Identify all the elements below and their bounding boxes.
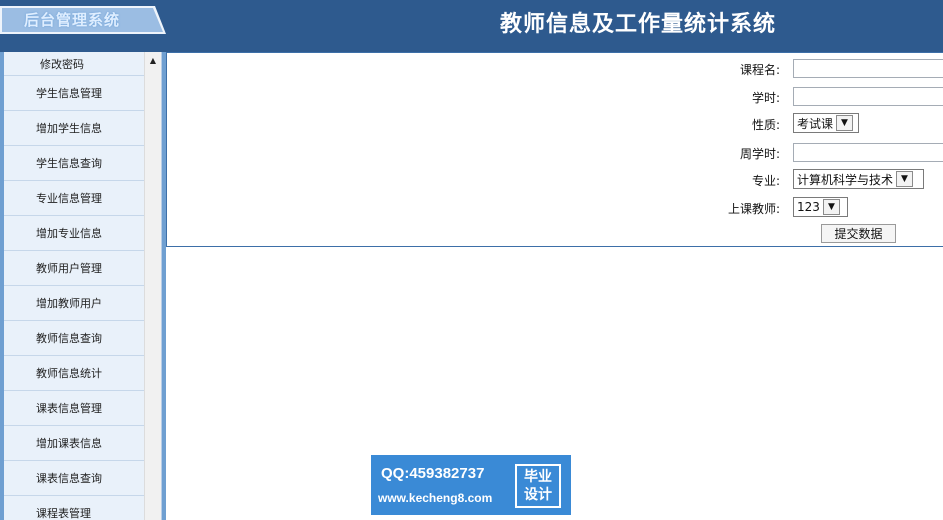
sidebar-item-schedule-query[interactable]: 课表信息查询: [4, 461, 144, 496]
sidebar-menu: 修改密码 学生信息管理 增加学生信息 学生信息查询 专业信息管理 增加专业信息 …: [4, 52, 144, 520]
submit-button[interactable]: 提交数据: [821, 224, 896, 243]
sidebar-item-label: 增加教师用户: [36, 297, 102, 310]
form-row-teacher: 上课教师: 123 ▼: [167, 197, 943, 219]
chevron-down-icon[interactable]: ▼: [836, 115, 854, 131]
sidebar-item-student-query[interactable]: 学生信息查询: [4, 146, 144, 181]
sidebar-item-label: 学生信息管理: [36, 87, 102, 100]
sidebar-item-student-add[interactable]: 增加学生信息: [4, 111, 144, 146]
nature-select[interactable]: 考试课 ▼: [793, 113, 859, 133]
sidebar-item-teacher-user-add[interactable]: 增加教师用户: [4, 286, 144, 321]
teacher-select-value: 123: [797, 200, 820, 214]
teacher-label: 上课教师:: [727, 202, 780, 216]
form-row-hours: 学时:: [167, 86, 943, 108]
sidebar-item-label: 增加课表信息: [36, 437, 102, 450]
sidebar-item-teacher-query[interactable]: 教师信息查询: [4, 321, 144, 356]
teacher-select[interactable]: 123 ▼: [793, 197, 848, 217]
sidebar-item-label: 增加学生信息: [36, 122, 102, 135]
sidebar-scrollbar[interactable]: ▲: [144, 52, 161, 520]
course-name-label: 课程名:: [739, 63, 780, 77]
hours-input[interactable]: [793, 87, 943, 106]
sidebar-item-label: 学生信息查询: [36, 157, 102, 170]
sidebar-item-label: 教师信息查询: [36, 332, 102, 345]
app-title: 教师信息及工作量统计系统: [500, 11, 777, 37]
sidebar-item-label: 教师用户管理: [36, 262, 102, 275]
weekly-hours-input[interactable]: [793, 143, 943, 162]
header-bar: 后台管理系统 教师信息及工作量统计系统: [0, 0, 943, 52]
major-select-value: 计算机科学与技术: [797, 172, 894, 187]
course-name-input[interactable]: [793, 59, 943, 78]
sidebar-menu-frame: 修改密码 学生信息管理 增加学生信息 学生信息查询 专业信息管理 增加专业信息 …: [4, 52, 162, 520]
sidebar-item-label: 课程表管理: [36, 507, 91, 520]
logo-text: 后台管理系统: [24, 11, 121, 29]
sidebar-item-student-manage[interactable]: 学生信息管理: [4, 76, 144, 111]
sidebar-item-teacher-user-manage[interactable]: 教师用户管理: [4, 251, 144, 286]
chevron-down-icon[interactable]: ▼: [896, 171, 914, 187]
hours-label: 学时:: [751, 91, 780, 105]
watermark-banner: QQ:459382737 www.kecheng8.com 毕业 设计: [371, 455, 571, 515]
watermark-qq: QQ:459382737: [381, 465, 485, 482]
form-row-weekly-hours: 周学时:: [167, 142, 943, 164]
sidebar: 修改密码 学生信息管理 增加学生信息 学生信息查询 专业信息管理 增加专业信息 …: [0, 52, 166, 520]
form-row-course-name: 课程名:: [167, 58, 943, 80]
scroll-up-arrow-icon[interactable]: ▲: [145, 52, 161, 68]
nature-select-value: 考试课: [797, 116, 834, 131]
sidebar-item-schedule-add[interactable]: 增加课表信息: [4, 426, 144, 461]
watermark-badge-line2: 设计: [524, 487, 552, 503]
sidebar-item-label: 课表信息查询: [36, 472, 102, 485]
sidebar-item-label: 修改密码: [40, 57, 84, 71]
watermark-badge-line1: 毕业: [524, 469, 552, 485]
form-row-major: 专业: 计算机科学与技术 ▼: [167, 169, 943, 191]
weekly-hours-label: 周学时:: [739, 147, 780, 161]
sidebar-item-label: 教师信息统计: [36, 367, 102, 380]
sidebar-item-schedule-manage[interactable]: 课表信息管理: [4, 391, 144, 426]
sidebar-item-label: 课表信息管理: [36, 402, 102, 415]
watermark-badge: 毕业 设计: [515, 464, 561, 508]
sidebar-item-label: 专业信息管理: [36, 192, 102, 205]
sidebar-item-change-password[interactable]: 修改密码: [4, 52, 144, 76]
sidebar-item-label: 增加专业信息: [36, 227, 102, 240]
sidebar-item-timetable-manage[interactable]: 课程表管理: [4, 496, 144, 520]
course-form: 课程名: 学时: 性质: 考试课 ▼ 周学时: 专业: 计算机科学与技术 ▼ 上…: [166, 52, 943, 247]
major-select[interactable]: 计算机科学与技术 ▼: [793, 169, 924, 189]
sidebar-item-major-add[interactable]: 增加专业信息: [4, 216, 144, 251]
chevron-down-icon[interactable]: ▼: [822, 199, 840, 215]
major-label: 专业:: [751, 174, 780, 188]
nature-label: 性质:: [751, 118, 780, 132]
sidebar-item-teacher-stats[interactable]: 教师信息统计: [4, 356, 144, 391]
watermark-url: www.kecheng8.com: [378, 491, 493, 505]
sidebar-item-major-manage[interactable]: 专业信息管理: [4, 181, 144, 216]
form-row-nature: 性质: 考试课 ▼: [167, 113, 943, 135]
